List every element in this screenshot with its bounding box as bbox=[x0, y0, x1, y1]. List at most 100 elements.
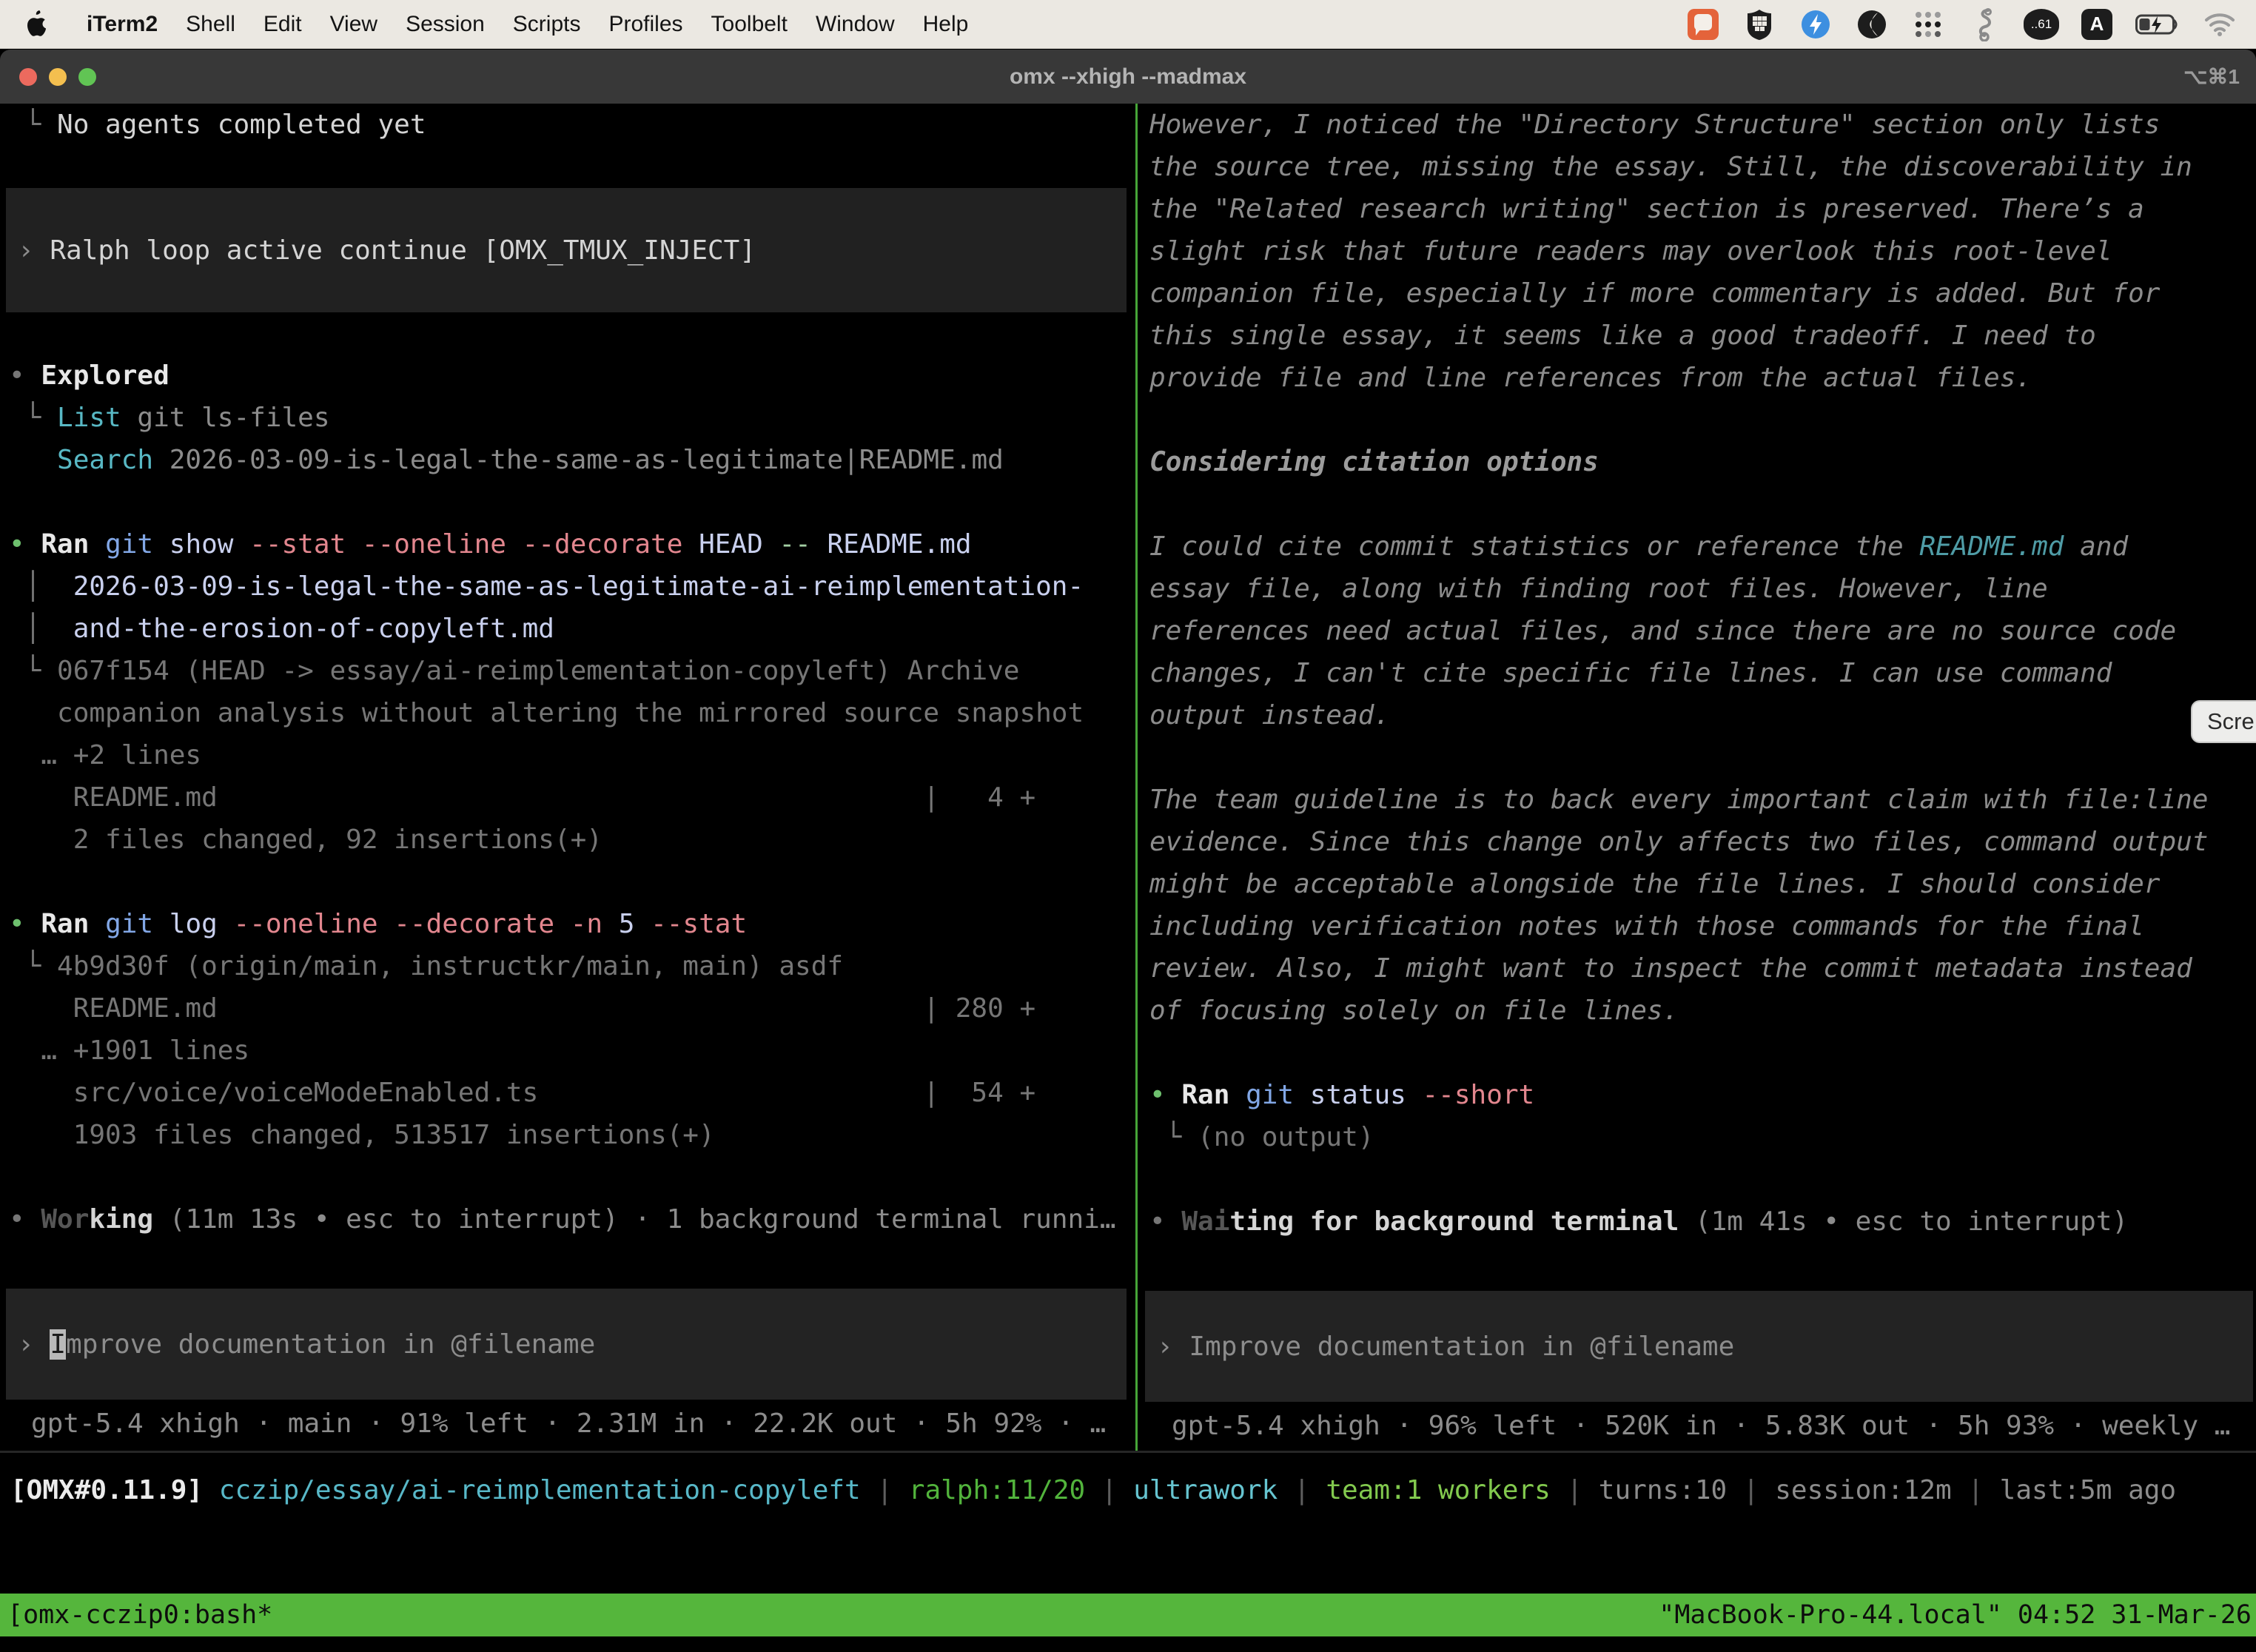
terminal-line: └ (no output) bbox=[1149, 1116, 2256, 1158]
window-title: omx --xhigh --madmax bbox=[0, 64, 2256, 90]
menu-item-profiles[interactable]: Profiles bbox=[594, 0, 696, 49]
terminal-line: Search 2026-03-09-is-legal-the-same-as-l… bbox=[9, 439, 1132, 481]
terminal-line: • Ran git status --short bbox=[1149, 1074, 2256, 1116]
terminal-line: the source tree, missing the essay. Stil… bbox=[1149, 146, 2256, 188]
terminal-line: • Ran git show --stat --oneline --decora… bbox=[9, 523, 1132, 565]
menu-status-icons: ..61 A bbox=[1686, 7, 2237, 41]
right-prompt-box[interactable]: › Improve documentation in @filename bbox=[1145, 1291, 2253, 1402]
terminal-line: … +1901 lines bbox=[9, 1030, 1132, 1072]
terminal-line bbox=[9, 1156, 1132, 1198]
tmux-host-clock: "MacBook-Pro-44.local" 04:52 31-Mar-26 bbox=[1659, 1600, 2256, 1630]
left-prompt-box[interactable]: › Improve documentation in @filename bbox=[6, 1289, 1127, 1400]
terminal-line: provide file and line references from th… bbox=[1149, 357, 2256, 399]
terminal-line: the "Related research writing" section i… bbox=[1149, 188, 2256, 230]
menu-item-window[interactable]: Window bbox=[802, 0, 909, 49]
battery-icon[interactable] bbox=[2135, 7, 2181, 41]
terminal-line: companion analysis without altering the … bbox=[9, 692, 1132, 734]
menu-item-iterm2[interactable]: iTerm2 bbox=[73, 0, 172, 49]
dot-grid-icon[interactable] bbox=[1911, 7, 1945, 41]
ralph-inject-text: › Ralph loop active continue [OMX_TMUX_I… bbox=[18, 229, 756, 272]
left-pane[interactable]: └ No agents completed yet › Ralph loop a… bbox=[0, 104, 1135, 1451]
terminal-line: … +2 lines bbox=[9, 734, 1132, 776]
chat-app-icon[interactable] bbox=[1686, 7, 1720, 41]
macos-menu-bar: iTerm2 Shell Edit View Session Scripts P… bbox=[0, 0, 2256, 49]
menu-item-scripts[interactable]: Scripts bbox=[499, 0, 595, 49]
terminal-line: README.md | 4 + bbox=[9, 776, 1132, 819]
menu-item-view[interactable]: View bbox=[316, 0, 392, 49]
dark-disc-icon[interactable] bbox=[1855, 7, 1889, 41]
menu-item-toolbelt[interactable]: Toolbelt bbox=[697, 0, 802, 49]
terminal-line bbox=[9, 1240, 1132, 1283]
terminal-line: this single essay, it seems like a good … bbox=[1149, 315, 2256, 357]
right-pane[interactable]: However, I noticed the "Directory Struct… bbox=[1138, 104, 2256, 1451]
terminal-line: references need actual files, and since … bbox=[1149, 610, 2256, 652]
terminal-line: Considering citation options bbox=[1149, 441, 2256, 483]
tmux-status-bar: [omx-cczip0:bash* "MacBook-Pro-44.local"… bbox=[0, 1594, 2256, 1636]
window-title-bar: omx --xhigh --madmax ⌥⌘1 bbox=[0, 50, 2256, 104]
terminal-line: output instead. bbox=[1149, 694, 2256, 736]
omx-status-bar: [OMX#0.11.9] cczip/essay/ai-reimplementa… bbox=[0, 1469, 2256, 1511]
apple-menu-icon[interactable] bbox=[25, 10, 50, 39]
terminal-line bbox=[9, 312, 1132, 355]
terminal-line: • Ran git log --oneline --decorate -n 5 … bbox=[9, 903, 1132, 945]
terminal-line bbox=[1149, 736, 2256, 779]
terminal-line: of focusing solely on file lines. bbox=[1149, 990, 2256, 1032]
terminal-line bbox=[9, 146, 1132, 188]
terminal-line bbox=[1149, 1158, 2256, 1201]
menu-item-session[interactable]: Session bbox=[392, 0, 499, 49]
terminal-line: • Explored bbox=[9, 355, 1132, 397]
menu-items: iTerm2 Shell Edit View Session Scripts P… bbox=[73, 0, 982, 49]
terminal-line: evidence. Since this change only affects… bbox=[1149, 821, 2256, 863]
terminal-line: 1903 files changed, 513517 insertions(+) bbox=[9, 1114, 1132, 1156]
terminal-line: However, I noticed the "Directory Struct… bbox=[1149, 104, 2256, 146]
terminal-line: including verification notes with those … bbox=[1149, 905, 2256, 947]
terminal-line: The team guideline is to back every impo… bbox=[1149, 779, 2256, 821]
right-prompt-input[interactable]: › Improve documentation in @filename bbox=[1157, 1326, 1734, 1368]
hook-icon[interactable] bbox=[1967, 7, 2001, 41]
terminal-line: might be acceptable alongside the file l… bbox=[1149, 863, 2256, 905]
terminal-line: I could cite commit statistics or refere… bbox=[1149, 526, 2256, 568]
ralph-inject-banner: › Ralph loop active continue [OMX_TMUX_I… bbox=[6, 188, 1127, 312]
pane-bottom-border bbox=[0, 1451, 2256, 1453]
terminal-line: companion file, especially if more comme… bbox=[1149, 272, 2256, 315]
terminal-line bbox=[1149, 1243, 2256, 1285]
window-shortcut: ⌥⌘1 bbox=[2183, 64, 2240, 89]
terminal-line bbox=[1149, 399, 2256, 441]
left-status-line: gpt-5.4 xhigh · main · 91% left · 2.31M … bbox=[9, 1403, 1132, 1445]
terminal-line: │ 2026-03-09-is-legal-the-same-as-legiti… bbox=[9, 565, 1132, 608]
menu-item-shell[interactable]: Shell bbox=[172, 0, 249, 49]
terminal-line bbox=[1149, 483, 2256, 526]
wifi-icon[interactable] bbox=[2203, 7, 2237, 41]
left-body-lines: • Explored └ List git ls-files Search 20… bbox=[9, 312, 1132, 1283]
terminal-line: └ 067f154 (HEAD -> essay/ai-reimplementa… bbox=[9, 650, 1132, 692]
terminal-line: review. Also, I might want to inspect th… bbox=[1149, 947, 2256, 990]
percent-badge-icon[interactable]: ..61 bbox=[2024, 9, 2059, 40]
terminal-line bbox=[9, 861, 1132, 903]
input-source-icon[interactable]: A bbox=[2081, 9, 2112, 40]
left-top-lines: └ No agents completed yet bbox=[9, 104, 1132, 188]
left-prompt-input[interactable]: › Improve documentation in @filename bbox=[18, 1323, 595, 1366]
terminal-line: └ List git ls-files bbox=[9, 397, 1132, 439]
right-status-line: gpt-5.4 xhigh · 96% left · 520K in · 5.8… bbox=[1149, 1405, 2256, 1447]
terminal-content: └ No agents completed yet › Ralph loop a… bbox=[0, 104, 2256, 1451]
terminal-line bbox=[1149, 1032, 2256, 1074]
terminal-line: 2 files changed, 92 insertions(+) bbox=[9, 819, 1132, 861]
terminal-line: README.md | 280 + bbox=[9, 987, 1132, 1030]
menu-item-edit[interactable]: Edit bbox=[249, 0, 316, 49]
screen-share-overlay-button[interactable]: Scre bbox=[2191, 700, 2256, 743]
menu-item-help[interactable]: Help bbox=[909, 0, 983, 49]
terminal-line: • Working (11m 13s • esc to interrupt) ·… bbox=[9, 1198, 1132, 1240]
terminal-line: • Waiting for background terminal (1m 41… bbox=[1149, 1201, 2256, 1243]
terminal-line: src/voice/voiceModeEnabled.ts | 54 + bbox=[9, 1072, 1132, 1114]
terminal-line bbox=[9, 481, 1132, 523]
shield-grid-icon[interactable] bbox=[1742, 7, 1776, 41]
terminal-line: │ and-the-erosion-of-copyleft.md bbox=[9, 608, 1132, 650]
terminal-line: └ 4b9d30f (origin/main, instructkr/main,… bbox=[9, 945, 1132, 987]
tmux-session-label[interactable]: [omx-cczip0:bash* bbox=[0, 1600, 272, 1630]
blue-bolt-badge-icon[interactable] bbox=[1799, 7, 1833, 41]
terminal-line: essay file, along with finding root file… bbox=[1149, 568, 2256, 610]
right-body-lines: However, I noticed the "Directory Struct… bbox=[1149, 104, 2256, 1285]
terminal-line: └ No agents completed yet bbox=[9, 104, 1132, 146]
terminal-line: changes, I can't cite specific file line… bbox=[1149, 652, 2256, 694]
terminal-line: slight risk that future readers may over… bbox=[1149, 230, 2256, 272]
